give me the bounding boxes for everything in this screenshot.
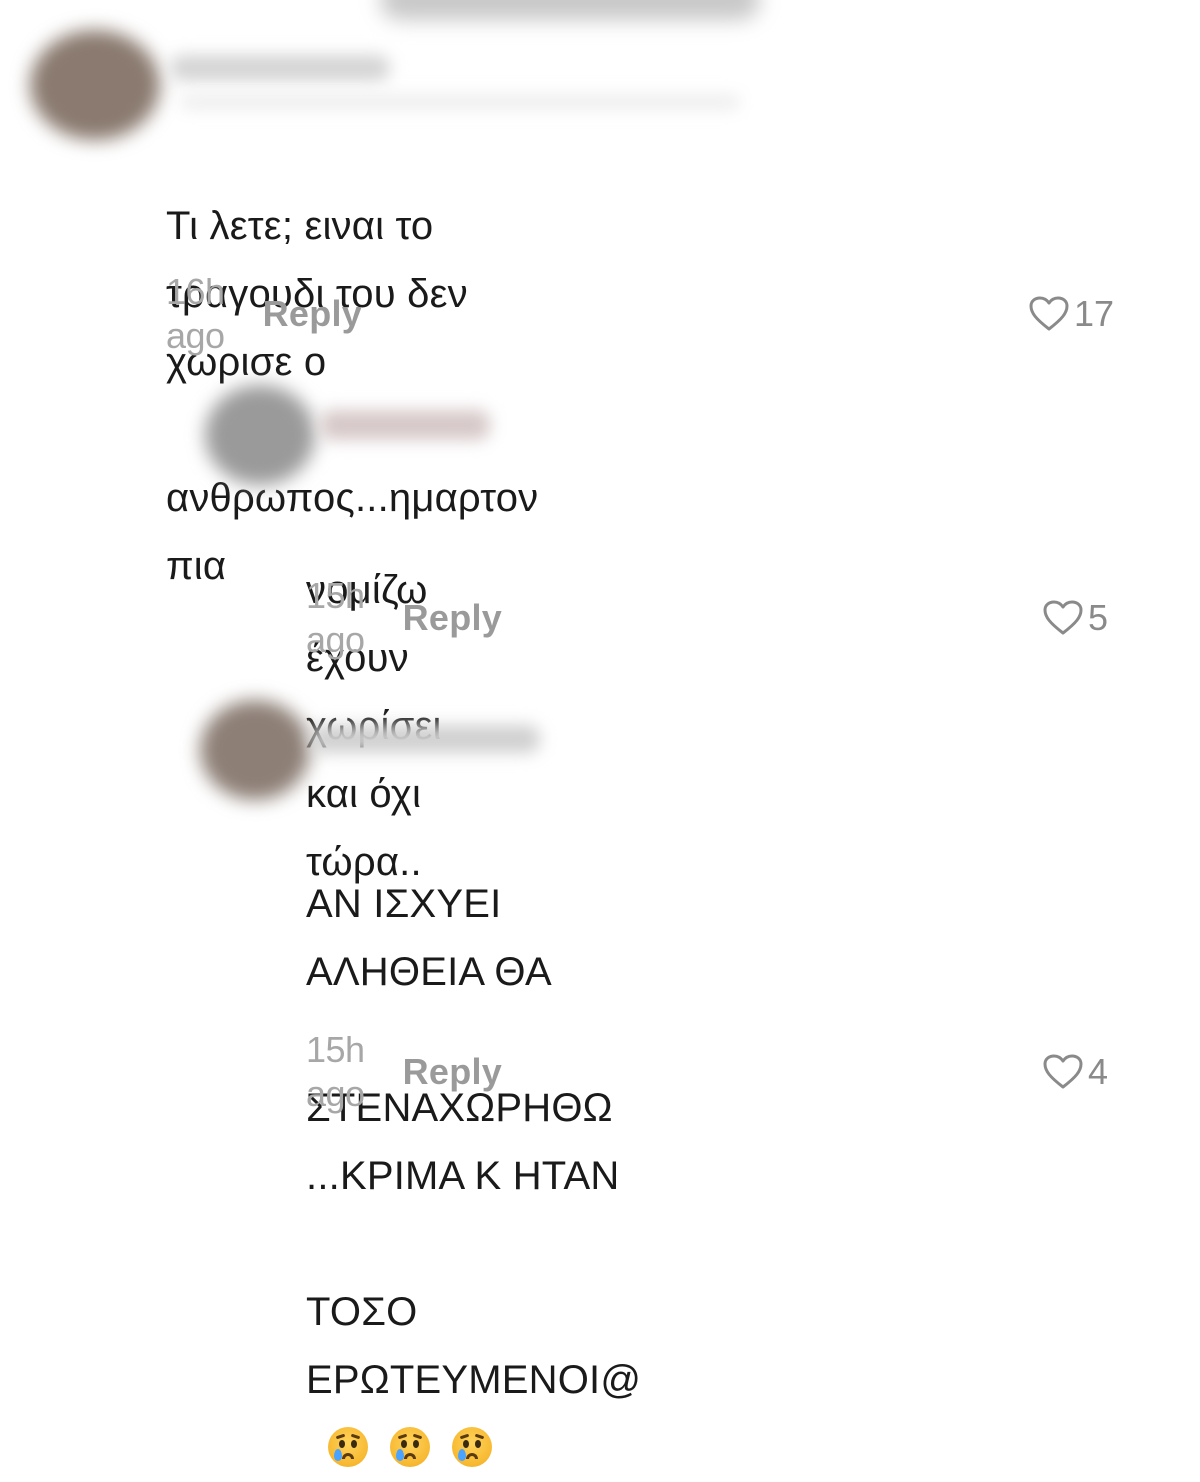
timestamp: 16h ago	[166, 271, 225, 356]
crying-face-emoji	[328, 1427, 368, 1467]
crying-face-emoji	[390, 1427, 430, 1467]
name-underline-blurred	[180, 95, 740, 109]
comment-meta: 16h ago Reply	[166, 271, 363, 356]
like-count: 5	[1088, 597, 1109, 638]
avatar[interactable]	[205, 385, 315, 485]
like-count: 17	[1074, 293, 1115, 334]
comment-text-line: ΑΝ ΙΣΧΥΕΙ ΑΛΗΘΕΙΑ ΘΑ	[306, 882, 552, 994]
username-blurred[interactable]	[170, 55, 390, 81]
username-blurred[interactable]	[310, 725, 540, 753]
avatar[interactable]	[200, 700, 310, 800]
heart-outline-icon	[1043, 1054, 1083, 1089]
reply-button[interactable]: Reply	[403, 1050, 503, 1094]
comment-meta: 15h ago Reply	[306, 575, 503, 660]
like-button[interactable]: 5	[1042, 596, 1108, 640]
blurred-previous-content	[380, 0, 760, 20]
timestamp: 15h ago	[306, 575, 365, 660]
username-blurred[interactable]	[320, 410, 490, 440]
comment-meta: 15h ago Reply	[306, 1029, 503, 1114]
comment-text: ΑΝ ΙΣΧΥΕΙ ΑΛΗΘΕΙΑ ΘΑ ΣΤΕΝΑΧΩΡΗΘΩ ...ΚΡΙΜ…	[306, 802, 641, 1482]
like-count: 4	[1088, 1051, 1109, 1092]
avatar[interactable]	[30, 30, 160, 140]
comment-text-line-with-emojis: ΤΟΣΟ ΕΡΩΤΕΥΜΕΝΟΙ@	[306, 1290, 641, 1470]
crying-face-emoji	[452, 1427, 492, 1467]
heart-outline-icon	[1043, 600, 1083, 635]
reply-button[interactable]: Reply	[263, 292, 363, 336]
timestamp: 15h ago	[306, 1029, 365, 1114]
like-button[interactable]: 4	[1042, 1050, 1108, 1094]
heart-outline-icon	[1029, 296, 1069, 331]
like-button[interactable]: 17	[1028, 292, 1114, 336]
reply-button[interactable]: Reply	[403, 596, 503, 640]
comment-text-line: ΤΟΣΟ ΕΡΩΤΕΥΜΕΝΟΙ@	[306, 1290, 642, 1402]
